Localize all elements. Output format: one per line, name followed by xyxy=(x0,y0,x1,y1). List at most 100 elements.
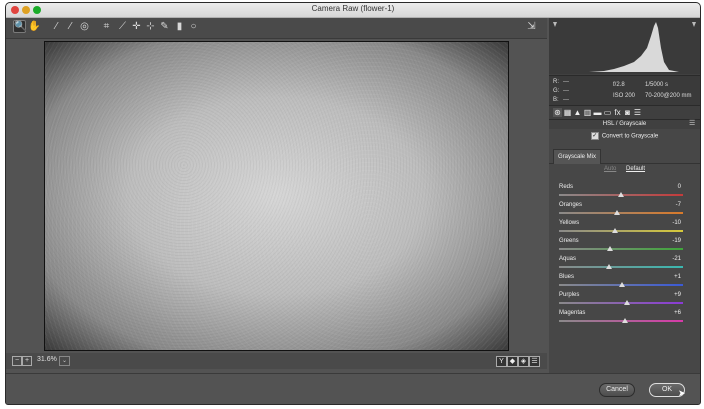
slider-blues[interactable]: Blues +1 xyxy=(557,274,685,292)
cursor-icon: ➤ xyxy=(678,388,686,398)
zoom-dropdown[interactable]: ⌄ xyxy=(59,356,70,366)
slider-label: Reds xyxy=(559,184,574,190)
slider-value[interactable]: -10 xyxy=(672,220,681,226)
default-link[interactable]: Default xyxy=(626,166,645,172)
crop-icon[interactable]: ⌗ xyxy=(100,20,113,33)
cancel-button[interactable]: Cancel xyxy=(599,383,635,397)
tone-curve-icon[interactable]: ▦ xyxy=(563,108,572,117)
subtab-bar: Grayscale Mix xyxy=(549,147,700,164)
presets-icon[interactable]: ☰ xyxy=(633,108,642,117)
right-panel: R: --- G: --- B: --- f/2.8 1/5000 s ISO … xyxy=(549,18,700,373)
export-icon[interactable]: ⇲ xyxy=(525,20,538,33)
slider-label: Blues xyxy=(559,274,575,280)
preview-preferences-icon[interactable]: ☰ xyxy=(529,356,540,367)
slider-thumb[interactable] xyxy=(618,192,624,197)
basic-icon[interactable]: ⊛ xyxy=(553,108,562,117)
slider-thumb[interactable] xyxy=(614,210,621,215)
shutter-speed: 1/5000 s xyxy=(645,82,669,88)
slider-value[interactable]: +6 xyxy=(674,310,681,316)
g-value: --- xyxy=(563,88,569,94)
slider-value[interactable]: -7 xyxy=(676,202,681,208)
graduated-filter-icon[interactable]: ▮ xyxy=(173,20,186,33)
aperture: f/2.8 xyxy=(613,82,625,88)
b-label: B: xyxy=(553,97,559,103)
image-info: R: --- G: --- B: --- f/2.8 1/5000 s ISO … xyxy=(549,75,700,106)
slider-value[interactable]: 0 xyxy=(678,184,681,190)
window-title: Camera Raw (flower-1) xyxy=(311,4,395,13)
slider-thumb[interactable] xyxy=(611,228,618,233)
slider-value[interactable]: +9 xyxy=(674,292,681,298)
slider-value[interactable]: -19 xyxy=(672,238,681,244)
auto-default-row: Auto Default xyxy=(549,166,700,172)
camera-calibration-icon[interactable]: ◙ xyxy=(623,108,632,117)
r-value: --- xyxy=(563,79,569,85)
red-eye-icon[interactable]: ⊹ xyxy=(144,20,157,33)
slider-thumb[interactable] xyxy=(606,246,613,251)
slider-track[interactable] xyxy=(559,212,683,214)
split-toning-icon[interactable]: ▬ xyxy=(593,108,602,117)
slider-label: Greens xyxy=(559,238,579,244)
zoom-icon[interactable]: 🔍 xyxy=(13,20,26,33)
slider-greens[interactable]: Greens -19 xyxy=(557,238,685,256)
slider-track[interactable] xyxy=(559,302,683,304)
convert-grayscale-label: Convert to Grayscale xyxy=(601,133,659,140)
title-bar: Camera Raw (flower-1) xyxy=(6,3,700,18)
preview-area xyxy=(6,39,547,353)
before-after-icon[interactable]: ◆ xyxy=(507,356,518,367)
tab-grayscale-mix[interactable]: Grayscale Mix xyxy=(553,149,602,164)
slider-magentas[interactable]: Magentas +6 xyxy=(557,310,685,328)
slider-track[interactable] xyxy=(559,230,683,232)
slider-label: Yellows xyxy=(559,220,580,226)
slider-oranges[interactable]: Oranges -7 xyxy=(557,202,685,220)
slider-value[interactable]: -21 xyxy=(672,256,681,262)
convert-grayscale-row[interactable]: ✓ Convert to Grayscale xyxy=(549,132,700,140)
adjustment-brush-icon[interactable]: ✎ xyxy=(158,20,171,33)
r-label: R: xyxy=(553,79,559,85)
zoom-level: 31.6% xyxy=(37,356,57,363)
slider-aquas[interactable]: Aquas -21 xyxy=(557,256,685,274)
slider-track[interactable] xyxy=(559,248,683,250)
slider-thumb[interactable] xyxy=(624,300,631,305)
detail-icon[interactable]: ▲ xyxy=(573,108,582,117)
b-value: --- xyxy=(563,97,569,103)
slider-thumb[interactable] xyxy=(621,318,628,323)
camera-raw-window: Camera Raw (flower-1) ⇲ 🔍 ✋ ⁄ ⁄ ◎ ⌗ ⟋ ✛ ⊹ ✎ ▮ ○ − +… xyxy=(5,2,701,405)
slider-thumb[interactable] xyxy=(605,264,612,269)
zoom-in-icon[interactable]: + xyxy=(22,356,32,366)
view-y-icon[interactable]: Y xyxy=(496,356,507,367)
panel-menu-icon[interactable]: ☰ xyxy=(689,119,695,127)
fx-icon[interactable]: fx xyxy=(613,108,622,117)
g-label: G: xyxy=(553,88,560,94)
hand-icon[interactable]: ✋ xyxy=(28,20,41,33)
targeted-adjustment-icon[interactable]: ◎ xyxy=(78,20,91,33)
slider-label: Magentas xyxy=(559,310,586,316)
panel-title: HSL / Grayscale xyxy=(602,121,647,127)
panel-tabs: ⊛ ▦ ▲ ▥ ▬ ▭ fx ◙ ☰ xyxy=(549,105,700,120)
hsl-icon[interactable]: ▥ xyxy=(583,108,592,117)
slider-value[interactable]: +1 xyxy=(674,274,681,280)
slider-label: Aquas xyxy=(559,256,577,262)
spot-removal-icon[interactable]: ✛ xyxy=(130,20,143,33)
slider-purples[interactable]: Purples +9 xyxy=(557,292,685,310)
slider-thumb[interactable] xyxy=(619,282,626,287)
slider-label: Oranges xyxy=(559,202,583,208)
zoom-out-icon[interactable]: − xyxy=(12,356,22,366)
preview-image xyxy=(44,41,509,351)
convert-grayscale-checkbox[interactable]: ✓ xyxy=(590,132,599,140)
slider-reds[interactable]: Reds 0 xyxy=(557,184,685,202)
color-sampler-icon[interactable]: ⁄ xyxy=(64,20,77,33)
iso: ISO 200 xyxy=(613,93,636,99)
slider-track[interactable] xyxy=(559,266,683,268)
histogram xyxy=(549,18,700,74)
radial-filter-icon[interactable]: ○ xyxy=(187,20,200,33)
hsl-grayscale-panel: ✓ Convert to Grayscale Grayscale Mix Auto… xyxy=(549,129,700,373)
auto-link[interactable]: Auto xyxy=(604,166,616,172)
footer: Cancel OK ➤ xyxy=(6,373,700,404)
slider-yellows[interactable]: Yellows -10 xyxy=(557,220,685,238)
lens-info: 70-200@200 mm xyxy=(645,93,692,99)
straighten-icon[interactable]: ⟋ xyxy=(116,20,129,33)
lens-icon[interactable]: ▭ xyxy=(603,108,612,117)
swap-settings-icon[interactable]: ◈ xyxy=(518,356,529,367)
toolbar: ⇲ 🔍 ✋ ⁄ ⁄ ◎ ⌗ ⟋ ✛ ⊹ ✎ ▮ ○ xyxy=(6,18,547,39)
white-balance-icon[interactable]: ⁄ xyxy=(50,20,63,33)
